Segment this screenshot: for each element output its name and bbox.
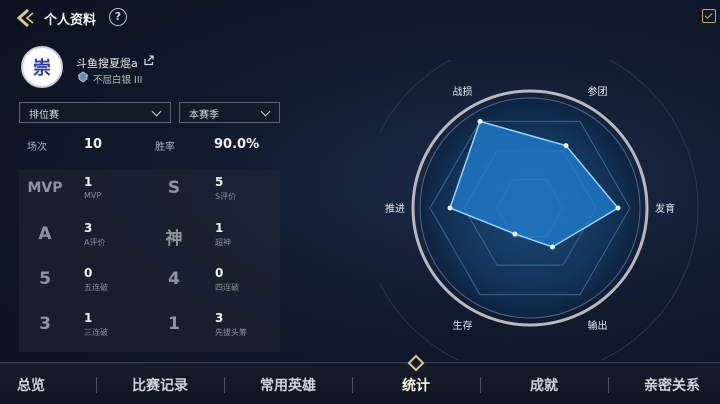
stat-caption: MVP	[84, 191, 102, 200]
tab-divider	[608, 377, 609, 393]
tab-match-history[interactable]: 比赛记录	[128, 375, 192, 395]
stats-grid: MVP 1 MVP S 5 S评价 A 3 A评价 神 1 超神 5 0 五连破…	[19, 170, 280, 352]
chevron-down-icon	[151, 106, 162, 117]
stat-mvp: MVP 1 MVP	[19, 170, 149, 215]
radar-axis-label: 输出	[588, 319, 608, 332]
radar-axis-label: 生存	[453, 319, 473, 332]
season-dropdown[interactable]: 本赛季	[179, 102, 280, 123]
checklist-icon[interactable]	[702, 9, 716, 23]
tab-divider	[352, 377, 353, 393]
ability-radar-chart: 战损 参团发育输出 生存 推进	[380, 60, 699, 360]
tab-relationships[interactable]: 亲密关系	[640, 375, 704, 395]
radar-axis-label: 参团	[588, 85, 608, 98]
tab-achievements[interactable]: 成就	[528, 375, 560, 395]
stat-caption: S评价	[215, 192, 237, 201]
stat-caption: 超神	[215, 238, 231, 247]
triple-kill-icon: 3	[39, 314, 51, 334]
stat-caption: 先拔头筹	[215, 328, 247, 337]
radar-axis-label: 推进	[385, 202, 405, 215]
mvp-icon: MVP	[27, 180, 63, 196]
tab-divider	[480, 377, 481, 393]
stat-a-rating: A 3 A评价	[19, 216, 149, 261]
matches-value: 10	[84, 137, 103, 152]
stat-caption: A评价	[84, 238, 106, 247]
stat-penta-kill: 5 0 五连破	[19, 261, 149, 306]
stat-value: 1	[215, 221, 224, 235]
rank-badge-icon	[77, 71, 89, 83]
stat-first-blood: 1 3 先拔头筹	[149, 306, 279, 351]
mode-dropdown[interactable]: 排位赛	[19, 102, 171, 123]
stat-value: 5	[215, 175, 224, 189]
stat-godlike: 神 1 超神	[149, 216, 279, 261]
penta-kill-icon: 5	[39, 269, 51, 289]
avatar[interactable]: 崇	[21, 46, 63, 88]
back-arrow-icon[interactable]	[14, 8, 36, 28]
matches-label: 场次	[27, 142, 47, 153]
share-icon[interactable]	[143, 55, 154, 66]
radar-axis-label: 发育	[655, 202, 675, 215]
username: 斗鱼搜夏焜a	[76, 57, 138, 70]
page-title: 个人资料	[44, 13, 97, 28]
tab-common-heroes[interactable]: 常用英雄	[256, 375, 320, 395]
radar-point-生存	[512, 231, 518, 237]
s-rating-icon: S	[167, 178, 181, 198]
bottom-nav: 总览 比赛记录 常用英雄 统计 成就 亲密关系	[0, 362, 720, 404]
stat-value: 0	[84, 266, 93, 280]
stat-triple-kill: 3 1 三连破	[19, 306, 149, 351]
stat-quadra-kill: 4 0 四连破	[149, 261, 279, 306]
radar-point-发育	[615, 205, 621, 211]
first-blood-icon: 1	[168, 314, 180, 334]
radar-point-推进	[447, 205, 453, 211]
radar-point-战损	[477, 118, 483, 124]
winrate-label: 胜率	[155, 142, 175, 153]
quadra-kill-icon: 4	[168, 269, 180, 289]
stat-value: 0	[215, 266, 224, 280]
stat-caption: 三连破	[84, 328, 108, 337]
season-dropdown-label: 本赛季	[189, 110, 219, 121]
chevron-down-icon	[260, 106, 271, 117]
radar-axis-label: 战损	[453, 85, 473, 98]
stat-value: 1	[84, 175, 93, 189]
tab-divider	[224, 377, 225, 393]
stat-caption: 五连破	[84, 283, 108, 292]
radar-point-参团	[563, 143, 569, 149]
stat-caption: 四连破	[215, 283, 239, 292]
top-bar: 个人资料 ?	[0, 0, 720, 36]
stat-value: 3	[215, 311, 224, 325]
stat-value: 3	[84, 221, 93, 235]
stat-s-rating: S 5 S评价	[149, 170, 279, 215]
help-icon[interactable]: ?	[109, 8, 127, 26]
stat-value: 1	[84, 311, 93, 325]
tab-overview[interactable]: 总览	[15, 375, 47, 395]
avatar-glyph: 崇	[33, 58, 51, 79]
godlike-icon: 神	[165, 229, 183, 249]
tab-divider	[96, 377, 97, 393]
mode-dropdown-label: 排位赛	[29, 110, 59, 121]
a-rating-icon: A	[38, 224, 52, 244]
tab-statistics[interactable]: 统计	[400, 375, 432, 395]
rank-text: 不屈白银 III	[93, 75, 143, 86]
winrate-value: 90.0%	[214, 137, 260, 152]
radar-point-输出	[550, 244, 555, 250]
